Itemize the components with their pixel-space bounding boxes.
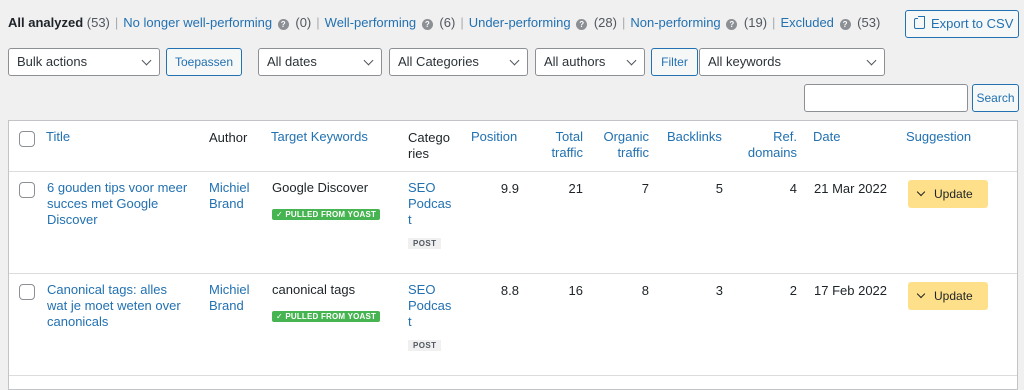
backlinks-value: 5 <box>715 181 723 196</box>
chevron-down-icon <box>141 55 152 66</box>
author-link[interactable]: Michiel Brand <box>209 180 249 212</box>
update-button[interactable]: Update <box>908 282 988 310</box>
chevron-down-icon <box>626 55 637 66</box>
update-button[interactable]: Update <box>908 180 988 208</box>
filter-under-performing[interactable]: Under-performing ? (28) <box>469 15 617 30</box>
column-header-ref-domains[interactable]: Ref. domains <box>739 129 797 161</box>
filter-well-performing[interactable]: Well-performing ? (6) <box>325 15 455 30</box>
row-checkbox[interactable] <box>19 182 35 198</box>
chevron-down-icon <box>916 289 926 299</box>
bulk-actions-select[interactable]: Bulk actions <box>8 48 160 76</box>
category-link[interactable]: SEO Podcas t <box>408 180 451 228</box>
category-link[interactable]: SEO Podcas t <box>408 282 451 330</box>
column-header-categories: Catego ries <box>408 130 450 161</box>
date-value: 17 Feb 2022 <box>814 283 888 298</box>
ref-domains-value: 4 <box>789 181 797 196</box>
target-keyword: Google Discover <box>272 180 369 195</box>
filter-excluded[interactable]: Excluded ? (53) <box>780 15 880 30</box>
search-button[interactable]: Search <box>972 84 1019 112</box>
posts-table: Title Author Target Keywords Catego ries… <box>8 120 1018 390</box>
pulled-from-yoast-badge: ✓ PULLED FROM YOAST <box>272 307 381 323</box>
column-header-suggestion[interactable]: Suggestion <box>906 129 971 145</box>
select-all-checkbox[interactable] <box>19 131 35 147</box>
row-divider <box>9 273 1017 274</box>
help-icon[interactable]: ? <box>576 19 588 30</box>
search-input[interactable] <box>804 84 968 112</box>
filter-no-longer-well-performing[interactable]: No longer well-performing ? (0) <box>123 15 311 30</box>
total-traffic-value: 21 <box>568 181 583 196</box>
column-header-date[interactable]: Date <box>813 129 840 145</box>
position-value: 8.8 <box>500 283 519 298</box>
row-checkbox[interactable] <box>19 284 35 300</box>
column-header-target-keywords[interactable]: Target Keywords <box>271 129 368 145</box>
post-type-badge: POST <box>408 234 442 250</box>
ref-domains-value: 2 <box>789 283 797 298</box>
date-value: 21 Mar 2022 <box>814 181 887 196</box>
total-traffic-value: 16 <box>568 283 583 298</box>
help-icon[interactable]: ? <box>421 19 433 30</box>
organic-traffic-value: 7 <box>641 181 649 196</box>
column-header-backlinks[interactable]: Backlinks <box>667 129 722 145</box>
filter-all-analyzed[interactable]: All analyzed (53) <box>8 15 110 30</box>
column-header-position[interactable]: Position <box>471 129 517 145</box>
status-filter-links: All analyzed (53) | No longer well-perform… <box>8 15 881 30</box>
authors-select[interactable]: All authors <box>535 48 645 76</box>
post-title-link[interactable]: 6 gouden tips voor meer succes met Googl… <box>47 180 187 228</box>
organic-traffic-value: 8 <box>641 283 649 298</box>
row-divider <box>9 375 1017 376</box>
author-link[interactable]: Michiel Brand <box>209 282 249 314</box>
help-icon[interactable]: ? <box>277 19 289 30</box>
help-icon[interactable]: ? <box>726 19 738 30</box>
chevron-down-icon <box>916 187 926 197</box>
column-header-total-traffic[interactable]: Total traffic <box>539 129 583 161</box>
help-icon[interactable]: ? <box>839 19 851 30</box>
apply-button[interactable]: Toepassen <box>166 48 242 76</box>
chevron-down-icon <box>509 55 520 66</box>
filter-non-performing[interactable]: Non-performing ? (19) <box>630 15 767 30</box>
chevron-down-icon <box>363 55 374 66</box>
column-header-author: Author <box>209 130 248 145</box>
categories-select[interactable]: All Categories <box>389 48 528 76</box>
filter-button[interactable]: Filter <box>651 48 698 76</box>
column-header-organic-traffic[interactable]: Organic traffic <box>595 129 649 161</box>
target-keyword: canonical tags <box>272 282 356 297</box>
keywords-select[interactable]: All keywords <box>699 48 885 76</box>
chevron-down-icon <box>866 55 877 66</box>
header-divider <box>9 171 1017 172</box>
export-label: Export to CSV <box>931 16 1014 31</box>
post-type-badge: POST <box>408 336 442 352</box>
pulled-from-yoast-badge: ✓ PULLED FROM YOAST <box>272 205 381 221</box>
export-csv-button[interactable]: Export to CSV <box>905 10 1019 38</box>
column-header-title[interactable]: Title <box>46 129 70 145</box>
dates-select[interactable]: All dates <box>258 48 382 76</box>
position-value: 9.9 <box>500 181 519 196</box>
backlinks-value: 3 <box>715 283 723 298</box>
export-icon <box>914 16 925 29</box>
post-title-link[interactable]: Canonical tags: alles wat je moet weten … <box>47 282 181 330</box>
